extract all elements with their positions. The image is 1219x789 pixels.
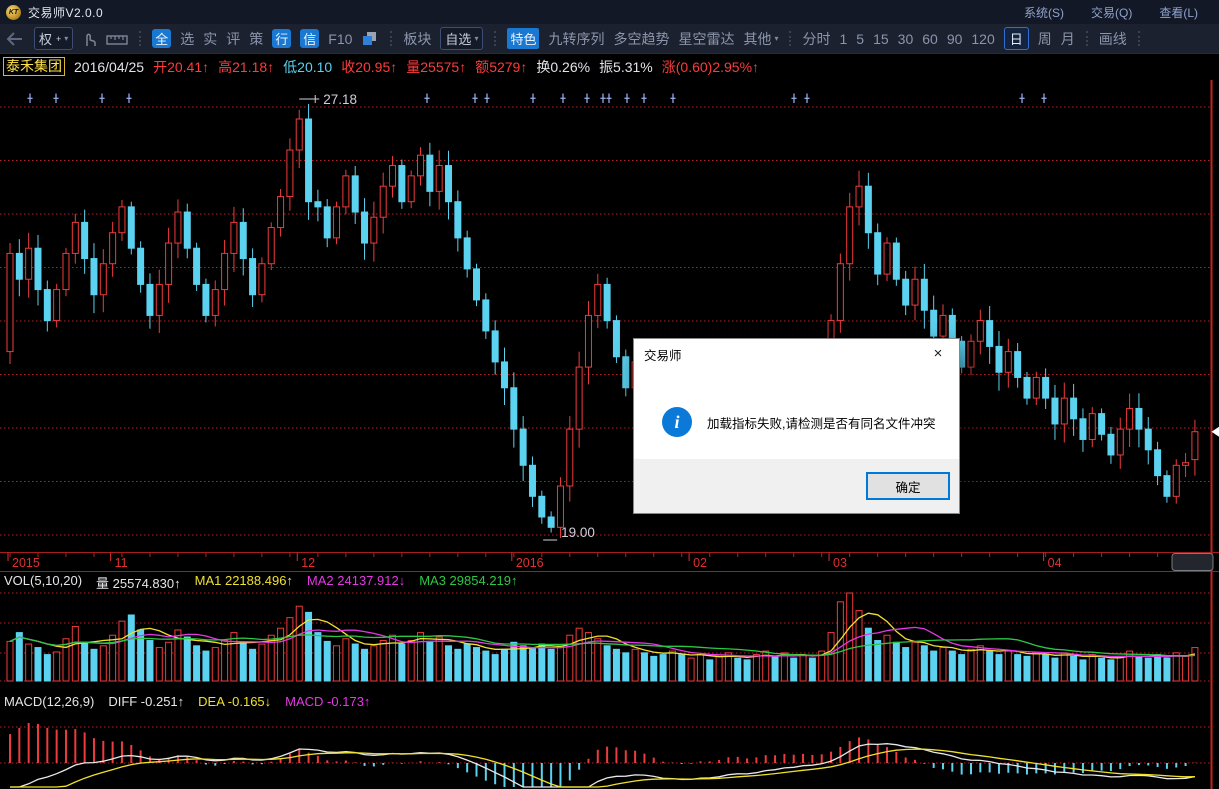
toolbar-period-5[interactable]: 5 bbox=[856, 31, 864, 47]
info-field-low: 低20.10 bbox=[283, 58, 333, 75]
candlesticks bbox=[6, 103, 1199, 538]
menu-system[interactable]: 系统(S) bbox=[1024, 4, 1064, 21]
dialog-title-bar: 交易师 × bbox=[634, 339, 959, 369]
info-icon: i bbox=[662, 407, 692, 437]
toolbar-separator bbox=[494, 31, 497, 46]
window-title: 交易师V2.0.0 bbox=[28, 5, 104, 20]
svg-text:27.18: 27.18 bbox=[323, 92, 357, 107]
info-field-amount: 额5279↑ bbox=[475, 58, 528, 75]
volume-bars bbox=[6, 592, 1199, 682]
toolbar-featured[interactable]: 特色 bbox=[507, 28, 540, 49]
toolbar-period-day[interactable]: 日 bbox=[1003, 27, 1029, 50]
ma2-value: MA2 24137.912↓ bbox=[306, 573, 406, 588]
ruler-icon[interactable] bbox=[106, 32, 128, 46]
toolbar-separator bbox=[139, 31, 142, 46]
toolbar-intraday[interactable]: 分时 bbox=[802, 29, 830, 49]
svg-text:03: 03 bbox=[833, 556, 847, 570]
macd-histogram bbox=[9, 723, 1196, 787]
info-field-change: 涨(0.60)2.95%↑ bbox=[661, 58, 760, 75]
vol-params: VOL(5,10,20) bbox=[4, 573, 83, 588]
toolbar-long-short-trend[interactable]: 多空趋势 bbox=[613, 29, 669, 49]
ok-button[interactable]: 确定 bbox=[866, 472, 950, 500]
ma3-value: MA3 29854.219↑ bbox=[419, 573, 518, 588]
svg-text:12: 12 bbox=[301, 556, 315, 570]
toolbar-period-120[interactable]: 120 bbox=[971, 31, 994, 47]
toolbar-rights-adjust[interactable]: 权 + ▾ bbox=[34, 27, 74, 50]
toolbar-strategy[interactable]: 策 bbox=[249, 29, 263, 49]
stock-name[interactable]: 泰禾集团 bbox=[3, 57, 65, 76]
back-arrow-icon[interactable] bbox=[5, 30, 25, 48]
date-axis: 2015 11 12 2016 02 03 04 bbox=[0, 552, 1219, 572]
toolbar-review[interactable]: 评 bbox=[226, 29, 240, 49]
app-logo-icon: KT bbox=[6, 4, 21, 20]
toolbar-separator bbox=[1085, 31, 1088, 46]
dialog-body: i 加载指标失败,请检测是否有同名文件冲突 bbox=[634, 369, 959, 461]
star-markers bbox=[27, 93, 1047, 103]
svg-text:19.00: 19.00 bbox=[561, 525, 595, 540]
toolbar-quotes[interactable]: 行 bbox=[272, 29, 292, 48]
stock-info-fields: 开20.41↑ 高21.18↑ 低20.10 收20.95↑ 量25575↑ 额5279↑… bbox=[153, 57, 759, 77]
svg-text:2015: 2015 bbox=[12, 556, 40, 570]
toolbar-select[interactable]: 选 bbox=[180, 29, 194, 49]
price-annotations: 27.18 19.00 bbox=[299, 92, 595, 541]
toolbar-realtime[interactable]: 实 bbox=[203, 29, 217, 49]
diff-value: DIFF -0.251↑ bbox=[108, 694, 185, 709]
toolbar-watchlist[interactable]: 自选 ▾ bbox=[440, 27, 484, 50]
toolbar-f10[interactable]: F10 bbox=[328, 31, 352, 47]
volume-value: 量 25574.830↑ bbox=[96, 576, 181, 591]
layers-icon[interactable] bbox=[361, 31, 379, 47]
ma1-value: MA1 22188.496↑ bbox=[194, 573, 293, 588]
toolbar-star-radar[interactable]: 星空雷达 bbox=[678, 29, 734, 49]
dea-value: DEA -0.165↓ bbox=[198, 694, 272, 709]
dialog-title: 交易师 bbox=[644, 348, 682, 363]
toolbar-period-week[interactable]: 周 bbox=[1038, 29, 1052, 49]
macd-params: MACD(12,26,9) bbox=[4, 694, 95, 709]
toolbar-draw-line[interactable]: 画线 bbox=[1099, 29, 1127, 49]
app-window: KT 交易师V2.0.0 系统(S)交易(Q)查看(L)画面(P) 权+▾全选实… bbox=[0, 0, 1219, 789]
scrollbar-thumb[interactable] bbox=[1171, 553, 1214, 571]
toolbar-separator bbox=[1137, 31, 1140, 46]
toolbar-period-60[interactable]: 60 bbox=[922, 31, 938, 47]
toolbar-period-15[interactable]: 15 bbox=[873, 31, 889, 47]
toolbar: 权 + ▾ 全选实评策行信 F10 板块 自选 ▾ 特色 九转序列 多空趋势 星空雷达 其他 ▾ 分时 1 5 1… bbox=[0, 24, 1219, 54]
title-bar: KT 交易师V2.0.0 系统(S)交易(Q)查看(L)画面(P) bbox=[0, 0, 1219, 24]
dialog-footer: 确定 bbox=[634, 459, 959, 513]
macd-value: MACD -0.173↑ bbox=[285, 694, 371, 709]
toolbar-period-90[interactable]: 90 bbox=[947, 31, 963, 47]
current-price-marker bbox=[1211, 426, 1219, 437]
hand-icon[interactable] bbox=[82, 30, 97, 48]
toolbar-period-month[interactable]: 月 bbox=[1061, 29, 1075, 49]
macd-lines bbox=[10, 743, 1196, 788]
toolbar-all[interactable]: 全 bbox=[152, 29, 172, 48]
toolbar-period-1[interactable]: 1 bbox=[839, 31, 847, 47]
info-field-close: 收20.95↑ bbox=[341, 58, 398, 75]
svg-text:2016: 2016 bbox=[516, 556, 544, 570]
svg-text:11: 11 bbox=[115, 556, 128, 570]
info-field-amplitude: 振5.31% bbox=[599, 58, 653, 75]
volume-header: VOL(5,10,20) 量 25574.830↑ MA1 22188.496↑ MA… bbox=[4, 573, 518, 592]
message-dialog: 交易师 × i 加载指标失败,请检测是否有同名文件冲突 确定 bbox=[633, 338, 960, 514]
stock-date: 2016/04/25 bbox=[74, 58, 145, 75]
close-icon[interactable]: × bbox=[917, 339, 959, 369]
macd-header: MACD(12,26,9) DIFF -0.251↑ DEA -0.165↓ MACD… bbox=[4, 694, 370, 709]
info-field-open: 开20.41↑ bbox=[153, 58, 210, 75]
info-field-volume: 量25575↑ bbox=[406, 58, 467, 75]
toolbar-separator bbox=[390, 31, 393, 46]
info-field-high: 高21.18↑ bbox=[218, 58, 275, 75]
toolbar-period-30[interactable]: 30 bbox=[898, 31, 914, 47]
toolbar-sectors[interactable]: 板块 bbox=[403, 29, 431, 49]
info-field-turnover: 换0.26% bbox=[536, 58, 591, 75]
toolbar-info[interactable]: 信 bbox=[300, 29, 320, 48]
menu-view[interactable]: 查看(L) bbox=[1159, 4, 1198, 21]
menu-bar: 系统(S)交易(Q)查看(L)画面(P) bbox=[1024, 4, 1219, 21]
toolbar-other[interactable]: 其他 ▾ bbox=[743, 29, 778, 49]
toolbar-separator bbox=[789, 31, 792, 46]
toolbar-nine-turn[interactable]: 九转序列 bbox=[548, 29, 604, 49]
menu-trade[interactable]: 交易(Q) bbox=[1091, 4, 1132, 21]
svg-text:02: 02 bbox=[693, 556, 707, 570]
chart-canvas[interactable]: 27.18 19.00 2015 11 12 2016 02 03 04 bbox=[0, 0, 1219, 789]
dialog-message: 加载指标失败,请检测是否有同名文件冲突 bbox=[707, 416, 936, 431]
svg-text:04: 04 bbox=[1048, 556, 1062, 570]
stock-info-bar: 泰禾集团 2016/04/25 开20.41↑ 高21.18↑ 低20.10 收20.… bbox=[0, 53, 1219, 79]
